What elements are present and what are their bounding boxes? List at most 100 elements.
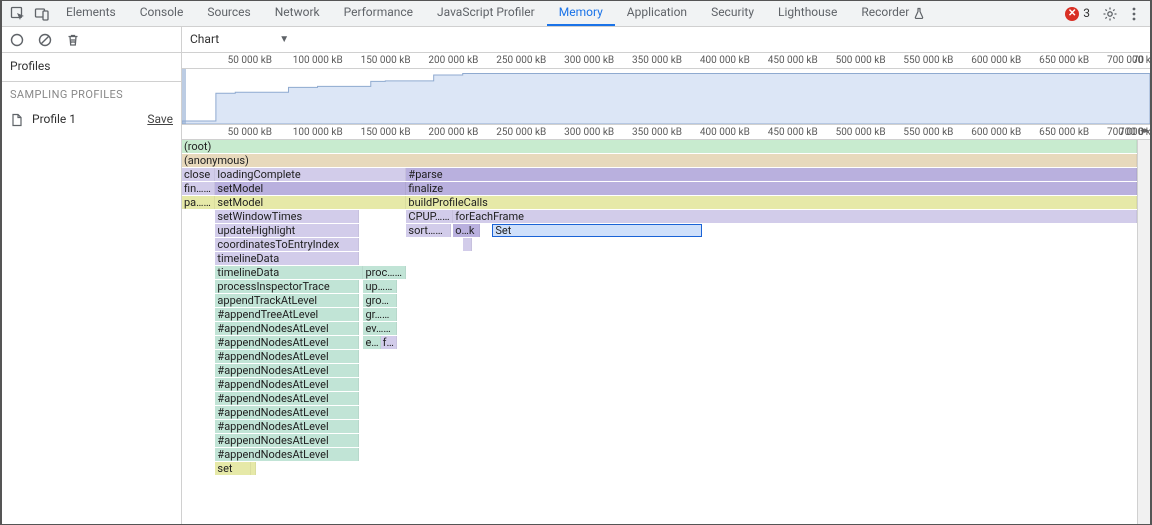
tab-application[interactable]: Application: [615, 1, 699, 26]
flame-block[interactable]: gro…ts: [363, 294, 396, 307]
record-icon[interactable]: [8, 31, 26, 49]
flame-block[interactable]: (root): [182, 140, 1137, 153]
flame-block[interactable]: [463, 238, 473, 251]
flame-block[interactable]: #appendNodesAtLevel: [215, 434, 358, 447]
device-toggle-icon[interactable]: [30, 2, 54, 26]
ruler-tick: 450 000 kB: [768, 126, 818, 139]
tab-network[interactable]: Network: [263, 1, 332, 26]
tab-elements[interactable]: Elements: [54, 1, 128, 26]
tab-sources[interactable]: Sources: [195, 1, 262, 26]
view-selector[interactable]: Chart ▼: [190, 32, 289, 48]
flame-block[interactable]: coordinatesToEntryIndex: [215, 238, 358, 251]
profile-save-link[interactable]: Save: [147, 112, 173, 128]
error-dot-icon: ✕: [1065, 7, 1079, 21]
flame-block[interactable]: e…: [363, 336, 380, 349]
tab-security[interactable]: Security: [699, 1, 766, 26]
ruler-tick: 550 000 kB: [903, 126, 953, 139]
flame-chart[interactable]: (root)(anonymous)closeloadingComplete#pa…: [182, 140, 1150, 524]
overview-strip[interactable]: [182, 69, 1150, 124]
error-badge[interactable]: ✕ 3: [1065, 6, 1090, 22]
flame-block[interactable]: loadingComplete: [215, 168, 406, 181]
flame-block[interactable]: updateHighlight: [215, 224, 358, 237]
flame-selection[interactable]: Set: [492, 224, 702, 237]
flame-scrollbar[interactable]: [1137, 140, 1150, 524]
profile-item[interactable]: Profile 1 Save: [2, 108, 181, 132]
flame-block[interactable]: #appendNodesAtLevel: [215, 406, 358, 419]
flame-block[interactable]: #parse: [406, 168, 1137, 181]
panel-toolbar: Chart ▼: [182, 27, 1150, 53]
ruler-tick: 300 000 kB: [564, 54, 614, 67]
ruler-tick: 200 000 kB: [428, 126, 478, 139]
sidebar-section: SAMPLING PROFILES: [2, 82, 181, 108]
flame-block[interactable]: timelineData: [215, 266, 363, 279]
error-count: 3: [1083, 6, 1090, 22]
flame-block[interactable]: (anonymous): [182, 154, 1137, 167]
ruler-tick: 400 000 kB: [700, 54, 750, 67]
flame-block[interactable]: [251, 462, 256, 475]
flame-block[interactable]: forEachFrame: [453, 210, 1137, 223]
ruler-tick: 200 000 kB: [428, 54, 478, 67]
tab-performance[interactable]: Performance: [332, 1, 425, 26]
ruler-end: 700 0: [1119, 126, 1144, 139]
ruler-bottom[interactable]: ◂▸ 50 000 kB100 000 kB150 000 kB200 000 …: [182, 124, 1150, 140]
ruler-tick: 500 000 kB: [836, 54, 886, 67]
flame-block[interactable]: o…k: [453, 224, 480, 237]
flame-block[interactable]: setModel: [215, 182, 406, 195]
flame-block[interactable]: buildProfileCalls: [406, 196, 1137, 209]
flame-block[interactable]: #appendNodesAtLevel: [215, 392, 358, 405]
tab-memory[interactable]: Memory: [547, 1, 615, 26]
kebab-icon[interactable]: [1122, 2, 1146, 26]
flame-block[interactable]: gr…ew: [363, 308, 396, 321]
profiles-sidebar: Profiles SAMPLING PROFILES Profile 1 Sav…: [2, 27, 182, 524]
flame-block[interactable]: CPUP…del: [406, 210, 453, 223]
ruler-tick: 50 000 kB: [228, 54, 272, 67]
flame-block[interactable]: #appendNodesAtLevel: [215, 350, 358, 363]
view-selector-value: Chart: [190, 32, 219, 48]
ruler-tick: 400 000 kB: [700, 126, 750, 139]
flame-block[interactable]: finalize: [406, 182, 1137, 195]
flame-block[interactable]: pa…at: [182, 196, 215, 209]
ruler-tick: 50 000 kB: [228, 126, 272, 139]
inspect-icon[interactable]: [6, 2, 30, 26]
flame-block[interactable]: set: [215, 462, 250, 475]
flame-block[interactable]: fin…ce: [182, 182, 215, 195]
flame-block[interactable]: close: [182, 168, 215, 181]
gear-icon[interactable]: [1098, 2, 1122, 26]
clear-icon[interactable]: [36, 31, 54, 49]
flame-block[interactable]: #appendNodesAtLevel: [215, 336, 358, 349]
ruler-tick: 100 000 kB: [293, 54, 343, 67]
flame-block[interactable]: setWindowTimes: [215, 210, 358, 223]
flame-block[interactable]: #appendTreeAtLevel: [215, 308, 358, 321]
flame-block[interactable]: sort…ples: [406, 224, 451, 237]
flame-block[interactable]: setModel: [215, 196, 406, 209]
flame-block[interactable]: #appendNodesAtLevel: [215, 364, 358, 377]
flame-block[interactable]: #appendNodesAtLevel: [215, 448, 358, 461]
overview-cursor[interactable]: [182, 69, 186, 124]
sidebar-toolbar: [2, 27, 181, 53]
ruler-tick: 650 000 kB: [1039, 54, 1089, 67]
tab-recorder[interactable]: Recorder: [849, 1, 937, 26]
flame-block[interactable]: proc…ata: [363, 266, 406, 279]
tab-javascript-profiler[interactable]: JavaScript Profiler: [425, 1, 547, 26]
ruler-tick: 100 000 kB: [293, 126, 343, 139]
flame-block[interactable]: ev…ew: [363, 322, 396, 335]
flame-block[interactable]: appendTrackAtLevel: [215, 294, 358, 307]
devtools-tabbar: ElementsConsoleSourcesNetworkPerformance…: [2, 1, 1150, 27]
flame-block[interactable]: up…up: [363, 280, 396, 293]
flame-block[interactable]: f…r: [381, 336, 397, 349]
tab-lighthouse[interactable]: Lighthouse: [766, 1, 849, 26]
ruler-top: 50 000 kB100 000 kB150 000 kB200 000 kB2…: [182, 53, 1150, 69]
ruler-tick: 150 000 kB: [361, 54, 411, 67]
flame-block[interactable]: #appendNodesAtLevel: [215, 322, 358, 335]
flame-block[interactable]: timelineData: [215, 252, 358, 265]
flame-block[interactable]: #appendNodesAtLevel: [215, 420, 358, 433]
tabs: ElementsConsoleSourcesNetworkPerformance…: [54, 1, 937, 26]
flame-block[interactable]: #appendNodesAtLevel: [215, 378, 358, 391]
ruler-end: 70: [1133, 54, 1144, 67]
ruler-tick: 150 000 kB: [361, 126, 411, 139]
flame-block[interactable]: processInspectorTrace: [215, 280, 358, 293]
memory-panel: Chart ▼ 50 000 kB 100 000 kB 150 000 kB 200…: [182, 27, 1150, 524]
trash-icon[interactable]: [64, 31, 82, 49]
flask-icon: [913, 7, 925, 19]
tab-console[interactable]: Console: [128, 1, 196, 26]
